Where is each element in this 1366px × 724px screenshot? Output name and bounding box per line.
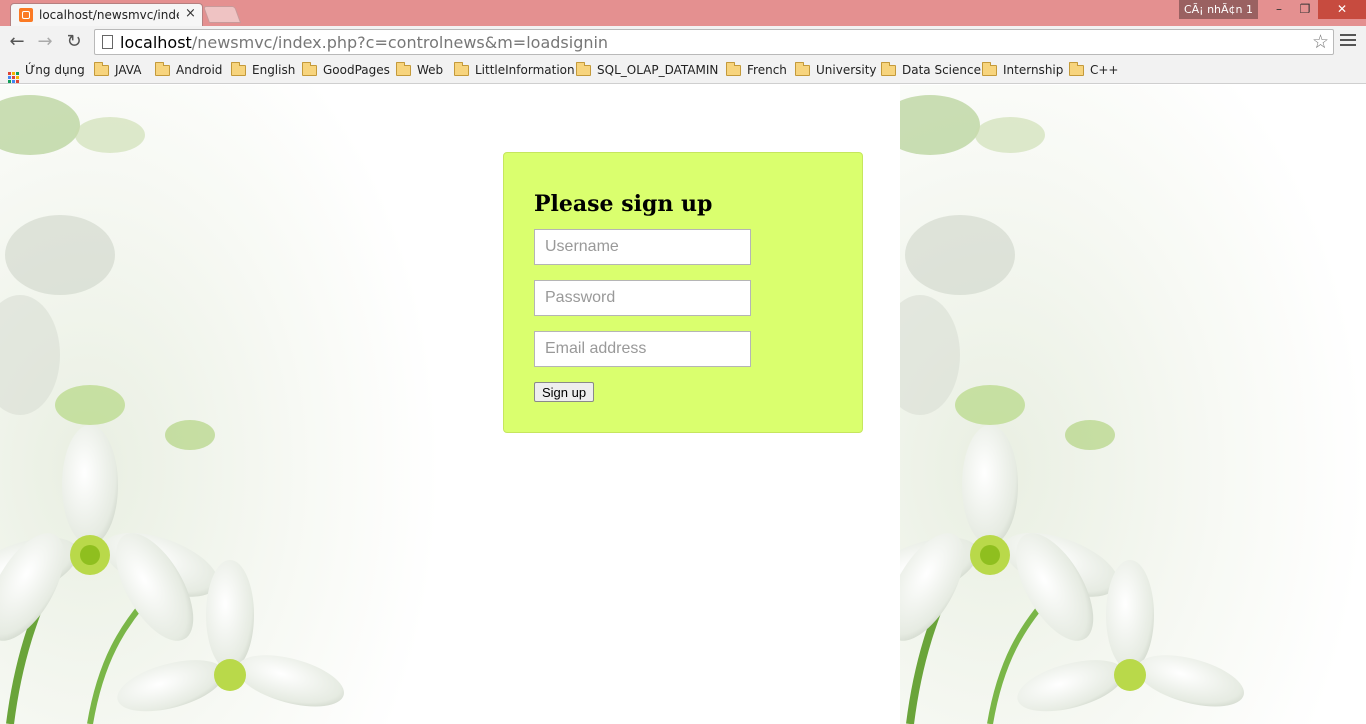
url-text[interactable]: localhost/newsmvc/index.php?c=controlnew…	[120, 33, 608, 52]
bookmark-label: University	[816, 63, 877, 77]
bookmark-label: Internship	[1003, 63, 1064, 77]
bookmark-label: C++	[1090, 63, 1119, 77]
reload-button[interactable]: ↻	[62, 30, 86, 54]
bookmark-item[interactable]: French	[726, 62, 787, 79]
signup-button[interactable]: Sign up	[534, 382, 595, 402]
bookmark-item[interactable]: Ứng dụng	[8, 63, 85, 83]
bookmark-label: Android	[176, 63, 223, 77]
profile-button[interactable]: CÃ¡ nhÃ¢n 1	[1179, 0, 1258, 19]
menu-icon[interactable]	[1340, 34, 1356, 50]
folder-icon	[231, 62, 246, 76]
bookmark-item[interactable]: Web	[396, 62, 444, 79]
bookmark-item[interactable]: English	[231, 62, 296, 79]
folder-icon	[726, 62, 741, 76]
folder-icon	[795, 62, 810, 76]
flower-background-left	[0, 85, 440, 724]
form-title: Please sign up	[534, 191, 713, 217]
folder-icon	[1069, 62, 1084, 76]
tab-title: localhost/newsmvc/index.	[39, 8, 179, 22]
xampp-favicon-icon	[19, 8, 33, 22]
username-input[interactable]	[534, 229, 751, 265]
back-button[interactable]: ←	[5, 30, 29, 54]
bookmark-item[interactable]: Android	[155, 62, 223, 79]
address-bar[interactable]: localhost/newsmvc/index.php?c=controlnew…	[94, 29, 1334, 55]
bookmark-label: JAVA	[115, 63, 142, 77]
flower-background-right	[900, 85, 1366, 724]
minimize-button[interactable]: –	[1266, 0, 1292, 19]
bookmark-item[interactable]: University	[795, 62, 877, 79]
folder-icon	[881, 62, 896, 76]
browser-tab[interactable]: localhost/newsmvc/index. ×	[10, 3, 203, 26]
tab-close-icon[interactable]: ×	[185, 6, 196, 21]
bookmark-item[interactable]: C++	[1069, 62, 1119, 79]
forward-button[interactable]: →	[33, 30, 57, 54]
new-tab-button[interactable]	[202, 6, 242, 23]
bookmark-star-icon[interactable]: ☆	[1312, 31, 1329, 53]
bookmark-label: GoodPages	[323, 63, 390, 77]
page-icon	[102, 35, 113, 49]
folder-icon	[982, 62, 997, 76]
url-host: localhost	[120, 33, 192, 52]
folder-icon	[454, 62, 469, 76]
bookmark-item[interactable]: Data Science	[881, 62, 981, 79]
bookmark-item[interactable]: GoodPages	[302, 62, 390, 79]
signup-form: Please sign up Sign up	[503, 152, 863, 433]
folder-icon	[396, 62, 411, 76]
folder-icon	[155, 62, 170, 76]
browser-toolbar: ← → ↻ localhost/newsmvc/index.php?c=cont…	[0, 26, 1366, 58]
window-titlebar: localhost/newsmvc/index. × CÃ¡ nhÃ¢n 1 –…	[0, 0, 1366, 26]
folder-icon	[94, 62, 109, 76]
bookmarks-bar: Ứng dụng JAVA Android English GoodPages Web Li…	[0, 58, 1366, 84]
maximize-button[interactable]: ❐	[1292, 0, 1318, 19]
folder-icon	[576, 62, 591, 76]
bookmark-label: SQL_OLAP_DATAMIN	[597, 63, 719, 77]
bookmark-item[interactable]: LittleInformation	[454, 62, 575, 79]
bookmark-label: French	[747, 63, 787, 77]
password-input[interactable]	[534, 280, 751, 316]
close-window-button[interactable]: ✕	[1318, 0, 1366, 19]
email-input[interactable]	[534, 331, 751, 367]
bookmark-item[interactable]: Internship	[982, 62, 1064, 79]
bookmark-label: Ứng dụng	[25, 63, 85, 77]
bookmark-label: Web	[417, 63, 444, 77]
page-content: Please sign up Sign up	[0, 85, 1366, 724]
folder-icon	[302, 62, 317, 76]
bookmark-label: English	[252, 63, 296, 77]
apps-icon	[8, 72, 19, 83]
bookmark-item[interactable]: SQL_OLAP_DATAMIN	[576, 62, 719, 79]
bookmark-label: Data Science	[902, 63, 981, 77]
bookmark-item[interactable]: JAVA	[94, 62, 142, 79]
url-path: /newsmvc/index.php?c=controlnews&m=loads…	[191, 33, 609, 52]
bookmark-label: LittleInformation	[475, 63, 575, 77]
